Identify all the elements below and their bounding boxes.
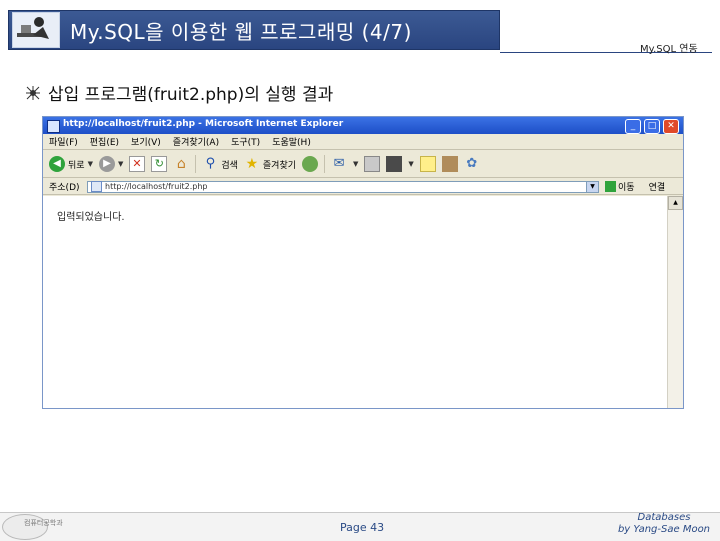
menu-help[interactable]: 도움말(H) — [272, 135, 311, 148]
bullet-text: 삽입 프로그램(fruit2.php)의 실행 결과 — [48, 85, 334, 105]
scroll-up-arrow-icon[interactable]: ▲ — [668, 196, 683, 210]
footer-university: 컴퓨터공학과 — [24, 519, 63, 527]
go-button[interactable]: 이동 — [605, 180, 635, 193]
menu-bar: 파일(F) 편집(E) 보기(V) 즐겨찾기(A) 도구(T) 도움말(H) — [43, 134, 683, 150]
go-label: 이동 — [618, 183, 635, 193]
refresh-icon[interactable]: ↻ — [151, 156, 168, 172]
search-button[interactable]: ⚲ 검색 — [202, 156, 238, 172]
browser-titlebar: http://localhost/fruit2.php - Microsoft … — [43, 117, 683, 134]
go-arrow-icon — [605, 181, 616, 192]
address-bar: 주소(D) http://localhost/fruit2.php ▼ 이동 연… — [43, 179, 683, 195]
media-icon[interactable] — [302, 156, 319, 172]
search-label: 검색 — [221, 160, 238, 171]
minimize-button[interactable]: _ — [625, 119, 641, 134]
page-icon — [91, 181, 102, 192]
menu-tools[interactable]: 도구(T) — [231, 135, 260, 148]
menu-edit[interactable]: 편집(E) — [90, 135, 119, 148]
address-input[interactable]: http://localhost/fruit2.php ▼ — [87, 180, 599, 193]
toolbar-separator — [324, 155, 326, 173]
discuss-icon[interactable] — [419, 156, 436, 172]
browser-toolbar: ◀ 뒤로 ▼ ▶ ▼ ↻ ⌂ ⚲ 검색 ★ 즐겨찾기 ✉ ▼ ▼ ✿ — [43, 151, 683, 178]
favorites-star-icon: ★ — [245, 156, 259, 172]
favorites-label: 즐겨찾기 — [262, 160, 297, 171]
edit-icon[interactable] — [386, 156, 403, 172]
credit-line-1: Databases — [637, 512, 691, 523]
print-icon[interactable] — [364, 156, 381, 172]
credit-line-2: by Yang-Sae Moon — [617, 524, 711, 535]
forward-button[interactable]: ▶ ▼ — [98, 156, 123, 172]
toolbar-separator — [195, 155, 197, 173]
menu-file[interactable]: 파일(F) — [49, 135, 78, 148]
footer-credit: Databases by Yang-Sae Moon — [614, 512, 714, 536]
favorites-button[interactable]: ★ 즐겨찾기 — [244, 156, 296, 172]
research-icon[interactable] — [441, 156, 458, 172]
stop-icon[interactable] — [129, 156, 146, 172]
close-button[interactable]: ✕ — [663, 119, 679, 134]
window-title: http://localhost/fruit2.php - Microsoft … — [63, 119, 344, 129]
menu-view[interactable]: 보기(V) — [131, 135, 161, 148]
forward-dropdown-icon[interactable]: ▼ — [118, 160, 123, 168]
forward-arrow-icon: ▶ — [98, 156, 115, 172]
ie-icon — [47, 120, 60, 133]
section-label: My.SQL 연동 — [640, 44, 698, 55]
home-icon[interactable]: ⌂ — [173, 156, 189, 172]
result-message: 입력되었습니다. — [57, 212, 125, 223]
back-arrow-icon: ◀ — [49, 156, 65, 172]
address-value: http://localhost/fruit2.php — [105, 182, 208, 191]
edit-dropdown-icon[interactable]: ▼ — [408, 160, 413, 168]
browser-window: http://localhost/fruit2.php - Microsoft … — [42, 116, 684, 409]
messenger-icon[interactable]: ✿ — [464, 156, 480, 172]
mail-icon[interactable]: ✉ — [331, 156, 347, 172]
back-button[interactable]: ◀ 뒤로 ▼ — [49, 156, 93, 172]
page-number: Page 43 — [340, 521, 385, 534]
header-logo-image — [12, 12, 60, 48]
search-icon: ⚲ — [205, 156, 216, 171]
address-label: 주소(D) — [49, 183, 80, 193]
menu-favorites[interactable]: 즐겨찾기(A) — [173, 135, 219, 148]
bullet-icon — [26, 85, 40, 100]
page-content: 입력되었습니다. — [43, 196, 667, 408]
slide-title: My.SQL을 이용한 웹 프로그래밍 (4/7) — [70, 20, 412, 44]
vertical-scrollbar[interactable]: ▲ — [667, 196, 683, 408]
address-dropdown-icon[interactable]: ▼ — [586, 181, 598, 192]
mail-dropdown-icon[interactable]: ▼ — [353, 160, 358, 168]
maximize-button[interactable]: □ — [644, 119, 660, 134]
links-button[interactable]: 연결 — [649, 180, 666, 193]
back-label: 뒤로 — [68, 160, 85, 171]
back-dropdown-icon[interactable]: ▼ — [88, 160, 93, 168]
